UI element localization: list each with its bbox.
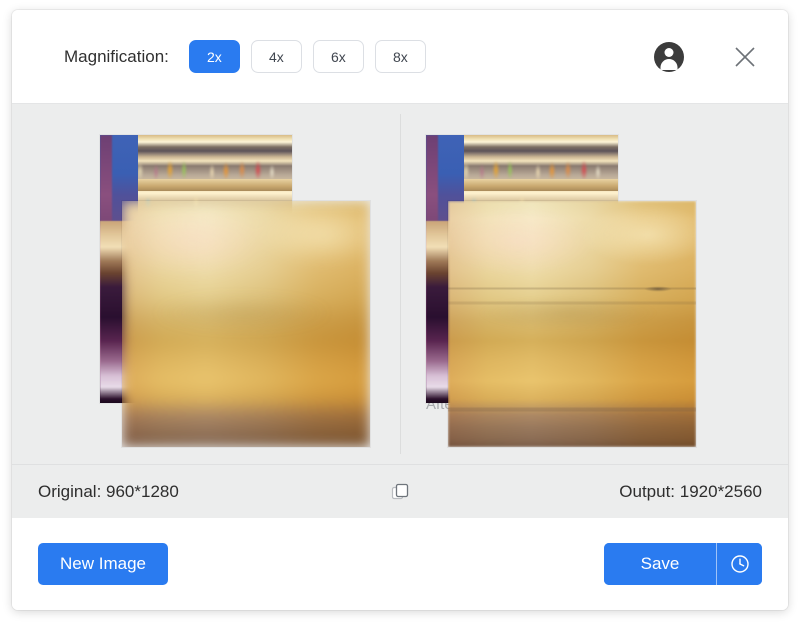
preview-area: After xyxy=(12,103,788,465)
clock-icon[interactable] xyxy=(716,543,762,585)
save-button-group: Save xyxy=(604,543,762,585)
magnification-option-4x[interactable]: 4x xyxy=(250,40,302,73)
user-avatar-icon[interactable] xyxy=(654,41,684,72)
magnification-option-2x[interactable]: 2x xyxy=(188,40,240,73)
toolbar: Magnification: 2x 4x 6x 8x xyxy=(12,10,788,103)
output-size-label: Output: 1920*2560 xyxy=(619,481,762,501)
magnification-option-6x[interactable]: 6x xyxy=(312,40,364,73)
avatar-body-shape xyxy=(660,58,678,70)
magnification-option-8x[interactable]: 8x xyxy=(374,40,426,73)
preview-pane-after[interactable]: After xyxy=(400,104,788,464)
avatar-head-shape xyxy=(664,47,674,57)
save-button[interactable]: Save xyxy=(604,543,716,585)
toolbar-right-actions xyxy=(654,41,760,72)
magnified-region-before xyxy=(122,201,370,447)
magnified-region-after xyxy=(448,201,696,447)
preview-pane-before[interactable] xyxy=(12,104,400,464)
close-icon[interactable] xyxy=(730,42,760,72)
new-image-button[interactable]: New Image xyxy=(38,543,168,585)
size-info-bar: Original: 960*1280 Output: 1920*2560 xyxy=(12,465,788,518)
magnifier-app-window: Magnification: 2x 4x 6x 8x After Origina… xyxy=(12,10,788,610)
magnified-region-after-detail xyxy=(448,201,696,447)
original-size-label: Original: 960*1280 xyxy=(38,481,179,501)
magnification-label: Magnification: xyxy=(64,46,169,66)
copy-icon[interactable] xyxy=(389,481,411,503)
magnified-region-before-haze xyxy=(122,201,370,447)
footer-actions: New Image Save xyxy=(12,518,788,610)
magnification-option-group: 2x 4x 6x 8x xyxy=(188,40,426,73)
